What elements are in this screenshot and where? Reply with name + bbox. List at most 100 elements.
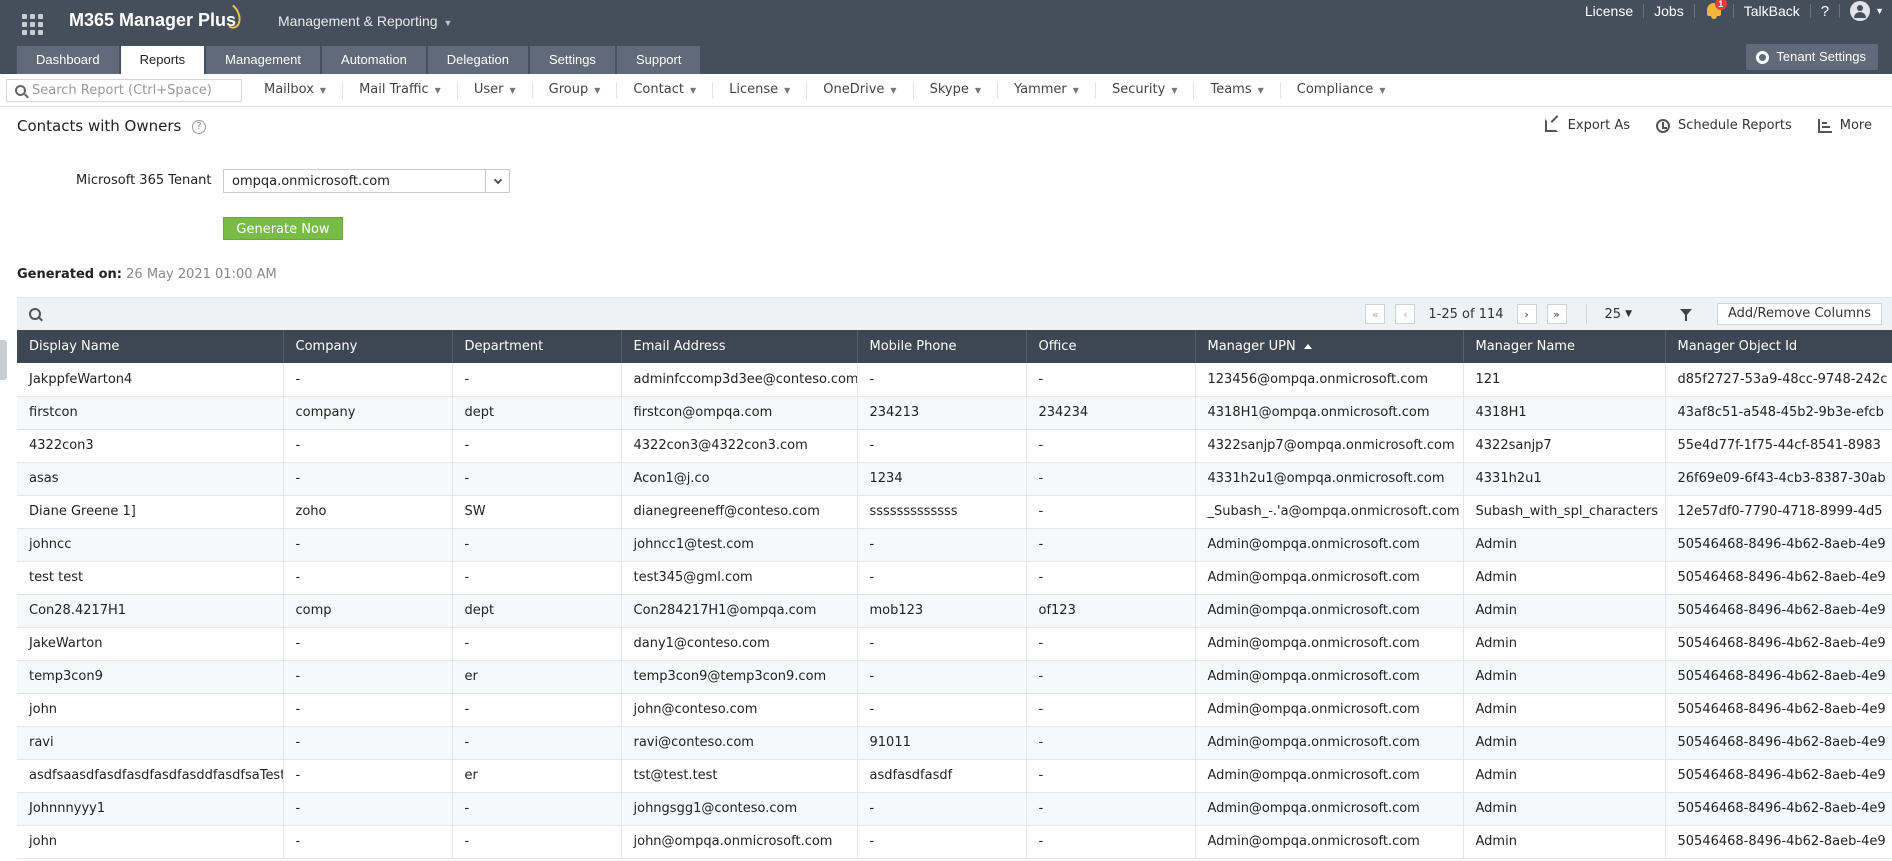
brand-logo: M365 Manager Plus <box>69 10 237 30</box>
menu-label: Yammer <box>1013 82 1067 97</box>
talkback-link[interactable]: TalkBack <box>1734 3 1810 19</box>
table-row[interactable]: temp3con9- er temp3con9@temp3con9.com - - Adm… <box>17 660 1892 694</box>
main-tabs: Dashboard Reports Management Automation … <box>17 46 702 74</box>
column-header-mobile-phone[interactable]: Mobile Phone <box>857 330 1027 363</box>
table-row[interactable]: asdfsaasdfasdfasdfasdfasddfasdfsaTest - er… <box>17 759 1892 793</box>
tab-settings[interactable]: Settings <box>529 46 615 74</box>
chevron-down-icon: ▼ <box>594 86 601 95</box>
tenant-select[interactable]: ompqa.onmicrosoft.com <box>223 169 510 193</box>
cell-company: - <box>283 627 453 661</box>
jobs-link[interactable]: Jobs <box>1644 3 1694 19</box>
cell-email-address: john@ompqa.onmicrosoft.com <box>621 825 858 859</box>
side-panel-handle[interactable] <box>0 340 7 380</box>
menu-onedrive[interactable]: OneDrive ▼ <box>807 82 914 99</box>
column-header-manager-object-id[interactable]: Manager Object Id <box>1665 330 1892 363</box>
menu-contact[interactable]: Contact ▼ <box>617 82 714 99</box>
table-row[interactable]: asas - - Acon1@j.co 1234-4331h2u1@ompqa.onmi… <box>17 462 1892 496</box>
tenant-settings-button[interactable]: Tenant Settings <box>1746 44 1878 70</box>
cell-department: - <box>452 429 622 463</box>
search-icon[interactable] <box>29 308 43 322</box>
tab-reports[interactable]: Reports <box>120 46 205 74</box>
table-row[interactable]: JakeWarton - - dany1@conteso.com - - Admin@omp… <box>17 627 1892 661</box>
tab-delegation[interactable]: Delegation <box>427 46 528 74</box>
table-row[interactable]: john - - john@conteso.com - - Admin@ompqa.onmi… <box>17 693 1892 727</box>
column-header-manager-upn[interactable]: Manager UPN <box>1195 330 1464 363</box>
cell-manager-upn: 4318H1@ompqa.onmicrosoft.com <box>1195 396 1464 430</box>
cell-office: - <box>1026 363 1196 397</box>
first-page-button[interactable]: « <box>1365 304 1386 324</box>
table-row[interactable]: Johnnnyyy1- - johngsgg1@conteso.com - - Admin… <box>17 792 1892 826</box>
menu-yammer[interactable]: Yammer ▼ <box>998 82 1096 99</box>
cell-manager-name: Subash_with_spl_characters <box>1463 495 1666 529</box>
table-row[interactable]: test test - - test345@gml.com - - Admin@ompqa.… <box>17 561 1892 595</box>
generate-now-button[interactable]: Generate Now <box>223 217 343 240</box>
app-grid-icon[interactable] <box>22 14 46 35</box>
table-row[interactable]: 4322con3- -4322con3@4322con3.com - -4322san… <box>17 429 1892 463</box>
cell-office: - <box>1026 627 1196 661</box>
cell-mobile-phone: mob123 <box>857 594 1027 628</box>
rows-per-page-select[interactable]: 25 ▼ <box>1605 307 1632 322</box>
notification-bell-icon[interactable]: 1 <box>1705 0 1727 20</box>
tab-automation[interactable]: Automation <box>322 46 426 74</box>
table-row[interactable]: Con28.4217H1 comp dept Con284217H1@ompqa.co… <box>17 594 1892 628</box>
cell-mobile-phone: - <box>857 363 1027 397</box>
tab-management[interactable]: Management <box>206 46 321 74</box>
table-row[interactable]: johncc - - johncc1@test.com - - Admin@ompqa.on… <box>17 528 1892 562</box>
cell-office: - <box>1026 759 1196 793</box>
cell-department: er <box>452 660 622 694</box>
table-row[interactable]: JakppfeWarton4- - adminfccomp3d3ee@conteso… <box>17 363 1892 397</box>
menu-security[interactable]: Security ▼ <box>1096 82 1195 99</box>
previous-page-button[interactable]: ‹ <box>1395 304 1416 324</box>
filter-icon[interactable] <box>1680 309 1692 321</box>
column-header-company[interactable]: Company <box>283 330 453 363</box>
schedule-reports-button[interactable]: Schedule Reports <box>1656 118 1792 133</box>
menu-license[interactable]: License ▼ <box>713 82 808 99</box>
cell-email-address: temp3con9@temp3con9.com <box>621 660 858 694</box>
search-report-box[interactable] <box>6 79 242 102</box>
cell-manager-name: 4331h2u1 <box>1463 462 1666 496</box>
app-switcher[interactable]: Management & Reporting ▼ <box>278 13 452 29</box>
user-avatar-icon[interactable] <box>1850 1 1871 21</box>
cell-email-address: dianegreeneff@conteso.com <box>621 495 858 529</box>
tenant-dropdown-toggle[interactable] <box>485 170 509 192</box>
cell-company: - <box>283 825 453 859</box>
help-circle-icon[interactable]: ? <box>192 120 206 134</box>
column-header-email-address[interactable]: Email Address <box>621 330 858 363</box>
column-header-office[interactable]: Office <box>1026 330 1196 363</box>
tab-dashboard[interactable]: Dashboard <box>17 46 119 74</box>
cell-company: - <box>283 528 453 562</box>
cell-department: dept <box>452 396 622 430</box>
cell-manager-upn: _Subash_-.'a@ompqa.onmicrosoft.com <box>1195 495 1464 529</box>
menu-group[interactable]: Group ▼ <box>533 82 618 99</box>
column-header-manager-name[interactable]: Manager Name <box>1463 330 1666 363</box>
menu-compliance[interactable]: Compliance ▼ <box>1281 82 1402 99</box>
cell-email-address: Acon1@j.co <box>621 462 858 496</box>
more-button[interactable]: More <box>1817 118 1872 133</box>
search-report-input[interactable] <box>32 83 232 98</box>
menu-mailbox[interactable]: Mailbox ▼ <box>248 82 344 99</box>
help-icon[interactable]: ? <box>1811 3 1839 20</box>
menu-user[interactable]: User ▼ <box>458 82 533 99</box>
export-as-button[interactable]: Export As <box>1544 118 1630 133</box>
column-header-department[interactable]: Department <box>452 330 622 363</box>
cell-manager-object-id: 55e4d77f-1f75-44cf-8541-8983 <box>1665 429 1892 463</box>
menu-teams[interactable]: Teams ▼ <box>1194 82 1281 99</box>
cell-manager-object-id: d85f2727-53a9-48cc-9748-242c <box>1665 363 1892 397</box>
chevron-down-icon[interactable]: ▼ <box>1875 6 1884 16</box>
menu-label: OneDrive <box>823 82 885 97</box>
next-page-button[interactable]: › <box>1516 304 1537 324</box>
table-row[interactable]: firstcon company dept firstcon@ompqa.com 234… <box>17 396 1892 430</box>
table-row[interactable]: john - - john@ompqa.onmicrosoft.com - - Admin@… <box>17 825 1892 859</box>
menu-mail-traffic[interactable]: Mail Traffic ▼ <box>343 82 458 99</box>
menu-skype[interactable]: Skype ▼ <box>914 82 998 99</box>
table-row[interactable]: ravi - - ravi@conteso.com 91011- Admin@ompqa.… <box>17 726 1892 760</box>
menu-label: Compliance <box>1296 82 1374 97</box>
tab-support[interactable]: Support <box>616 46 701 74</box>
table-row[interactable]: Diane Greene 1] zoho SW dianegreeneff@conte… <box>17 495 1892 529</box>
last-page-button[interactable]: » <box>1546 304 1567 324</box>
add-remove-columns-button[interactable]: Add/Remove Columns <box>1717 303 1882 325</box>
column-header-display-name[interactable]: Display Name <box>17 330 284 363</box>
cell-mobile-phone: - <box>857 660 1027 694</box>
license-link[interactable]: License <box>1575 3 1643 19</box>
divider <box>1693 4 1695 18</box>
